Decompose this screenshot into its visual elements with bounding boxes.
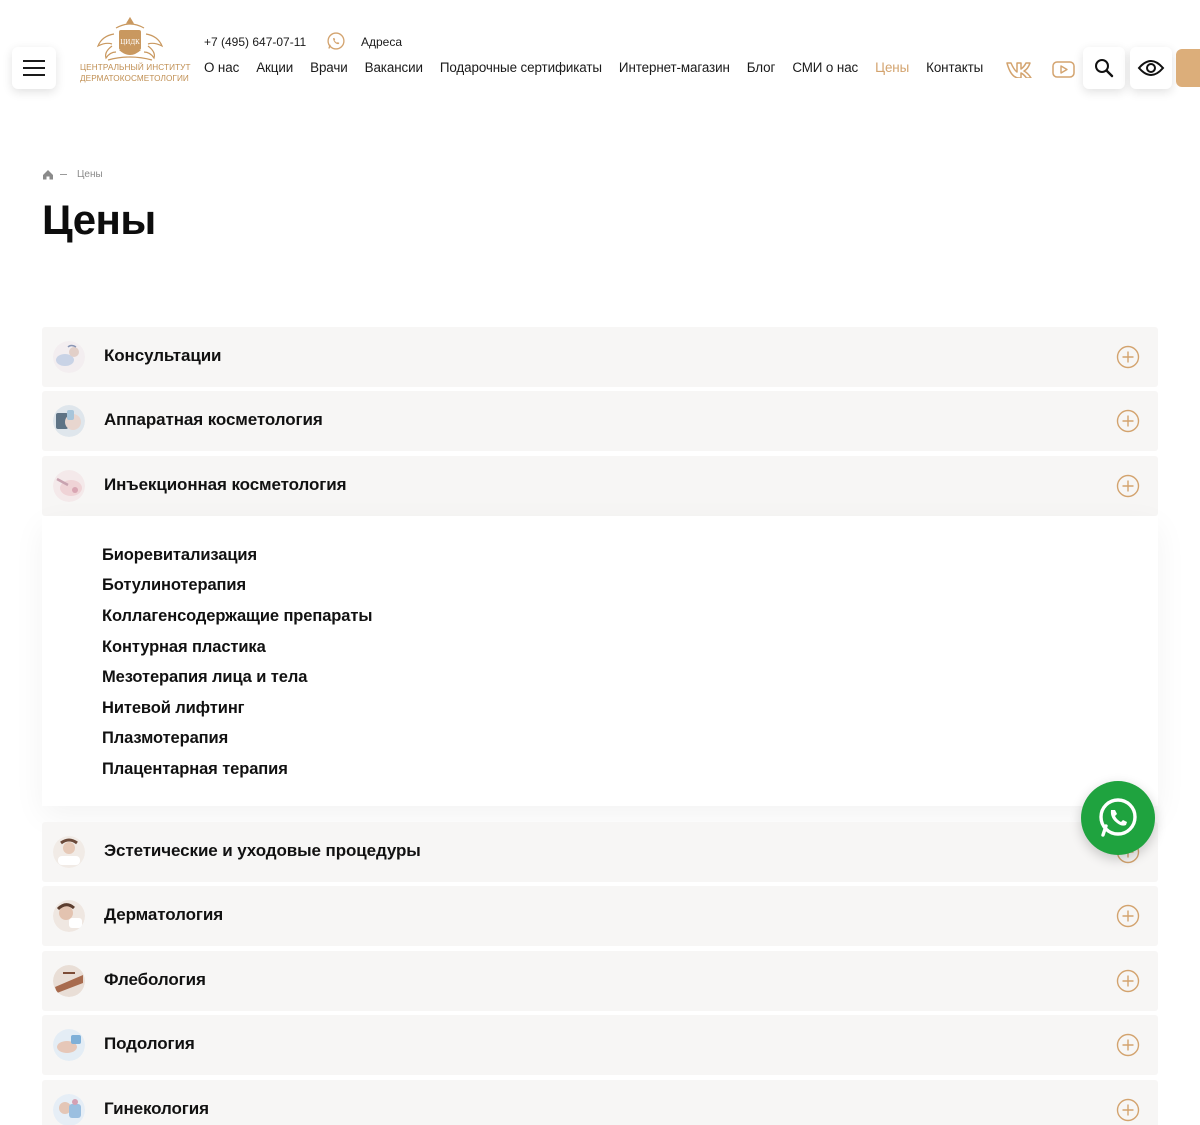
nav-item-promotions[interactable]: Акции: [256, 60, 293, 75]
youtube-icon[interactable]: [1052, 61, 1075, 78]
hardware-cosmetology-thumbnail: [53, 405, 85, 437]
accordion-item-label: Инъекционная косметология: [104, 475, 347, 494]
accordion-item-label: Дерматология: [104, 905, 224, 924]
nav-item-contacts[interactable]: Контакты: [926, 60, 983, 75]
accordion-item-consultations[interactable]: Консультации: [42, 327, 1158, 387]
eye-icon: [1137, 60, 1165, 76]
accordion-item-label: Аппаратная косметология: [104, 410, 323, 429]
subcategory-placental-therapy[interactable]: Плацентарная терапия: [102, 760, 288, 779]
expand-plus-icon[interactable]: [1116, 904, 1140, 928]
whatsapp-icon: [1099, 798, 1137, 837]
accessibility-button[interactable]: [1130, 47, 1172, 89]
nav-item-vacancies[interactable]: Вакансии: [365, 60, 423, 75]
home-icon[interactable]: [42, 169, 54, 180]
menu-icon-line: [23, 67, 45, 69]
expand-plus-icon[interactable]: [1116, 969, 1140, 993]
search-icon: [1095, 59, 1114, 78]
page-title: Цены: [42, 196, 156, 243]
menu-icon-line: [23, 60, 45, 62]
nav-item-online-store[interactable]: Интернет-магазин: [619, 60, 730, 75]
phlebology-thumbnail: [53, 965, 85, 997]
address-link[interactable]: Адреса: [361, 35, 402, 49]
site-header: ЦИДК ЦЕНТРАЛЬНЫЙ ИНСТИТУТ ДЕРМАТОКОСМЕТО…: [0, 0, 1200, 120]
whatsapp-icon[interactable]: [326, 31, 346, 51]
expand-plus-icon[interactable]: [1116, 345, 1140, 369]
breadcrumb-current: Цены: [77, 169, 103, 180]
aesthetic-care-thumbnail: [53, 836, 85, 868]
nav-item-press[interactable]: СМИ о нас: [792, 60, 858, 75]
nav-item-prices[interactable]: Цены: [875, 60, 909, 75]
accordion-panel-injection-cosmetology: Биоревитализация Ботулинотерапия Коллаге…: [42, 516, 1158, 806]
dermatology-thumbnail: [53, 900, 85, 932]
nav-item-gift-certificates[interactable]: Подарочные сертификаты: [440, 60, 602, 75]
accordion-item-label: Подология: [104, 1034, 195, 1053]
subcategory-botulinum-therapy[interactable]: Ботулинотерапия: [102, 576, 246, 595]
expand-plus-icon[interactable]: [1116, 474, 1140, 498]
main-nav: О нас Акции Врачи Вакансии Подарочные се…: [204, 60, 1000, 75]
injection-cosmetology-thumbnail: [53, 470, 85, 502]
subcategory-thread-lifting[interactable]: Нитевой лифтинг: [102, 699, 245, 718]
expand-plus-icon[interactable]: [1116, 1033, 1140, 1057]
appointment-button[interactable]: [1176, 49, 1200, 87]
podology-thumbnail: [53, 1029, 85, 1061]
accordion-item-label: Флебология: [104, 970, 206, 989]
search-button[interactable]: [1083, 47, 1125, 89]
accordion-item-gynecology[interactable]: Гинекология: [42, 1080, 1158, 1125]
subcategory-collagen-preparations[interactable]: Коллагенсодержащие препараты: [102, 607, 372, 626]
vk-icon[interactable]: [1006, 60, 1036, 78]
consultations-thumbnail: [53, 341, 85, 373]
accordion-item-label: Эстетические и уходовые процедуры: [104, 841, 421, 860]
accordion-item-hardware-cosmetology[interactable]: Аппаратная косметология: [42, 391, 1158, 451]
whatsapp-chat-button[interactable]: [1081, 781, 1155, 855]
menu-button[interactable]: [12, 47, 56, 89]
nav-item-blog[interactable]: Блог: [747, 60, 776, 75]
menu-icon-line: [23, 74, 45, 76]
logo-line-2: ДЕРМАТОКОСМЕТОЛОГИИ: [80, 74, 189, 83]
breadcrumb-separator: [60, 174, 67, 175]
logo[interactable]: ЦИДК ЦЕНТРАЛЬНЫЙ ИНСТИТУТ ДЕРМАТОКОСМЕТО…: [80, 16, 191, 92]
nav-item-doctors[interactable]: Врачи: [310, 60, 348, 75]
subcategory-biorevitalization[interactable]: Биоревитализация: [102, 546, 257, 565]
gynecology-thumbnail: [53, 1094, 85, 1125]
accordion-item-phlebology[interactable]: Флебология: [42, 951, 1158, 1011]
breadcrumb: Цены: [42, 169, 103, 180]
nav-item-about[interactable]: О нас: [204, 60, 239, 75]
expand-plus-icon[interactable]: [1116, 409, 1140, 433]
subcategory-plasmotherapy[interactable]: Плазмотерапия: [102, 729, 228, 748]
phone-link[interactable]: +7 (495) 647-07-11: [204, 35, 306, 49]
accordion-item-aesthetic-care[interactable]: Эстетические и уходовые процедуры: [42, 822, 1158, 882]
accordion-item-label: Консультации: [104, 346, 222, 365]
logo-monogram: ЦИДК: [120, 38, 140, 46]
logo-crest-icon: ЦИДК: [96, 16, 164, 61]
accordion-item-label: Гинекология: [104, 1099, 209, 1118]
logo-line-1: ЦЕНТРАЛЬНЫЙ ИНСТИТУТ: [80, 63, 191, 72]
expand-plus-icon[interactable]: [1116, 1098, 1140, 1122]
accordion-item-injection-cosmetology[interactable]: Инъекционная косметология: [42, 456, 1158, 516]
subcategory-contour-plastic[interactable]: Контурная пластика: [102, 638, 266, 657]
accordion-item-podology[interactable]: Подология: [42, 1015, 1158, 1075]
accordion-item-dermatology[interactable]: Дерматология: [42, 886, 1158, 946]
subcategory-mesotherapy[interactable]: Мезотерапия лица и тела: [102, 668, 307, 687]
